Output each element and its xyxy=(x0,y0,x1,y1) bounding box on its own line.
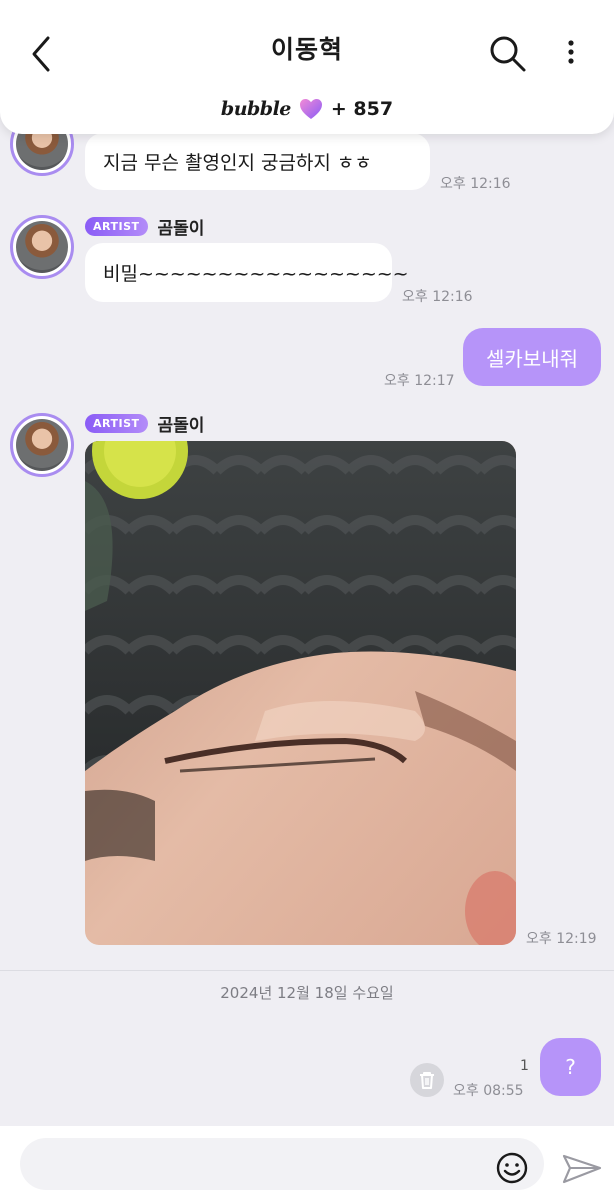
date-divider: 2024년 12월 18일 수요일 xyxy=(220,984,394,1002)
artist-badge: ARTIST xyxy=(85,414,148,433)
message-input-bar xyxy=(0,1126,614,1200)
message-input[interactable] xyxy=(20,1138,544,1190)
search-icon xyxy=(490,36,526,72)
search-button[interactable] xyxy=(488,34,528,74)
message-time: 오후 12:16 xyxy=(440,176,511,192)
send-button[interactable] xyxy=(560,1150,604,1186)
unread-count: 1 xyxy=(520,1058,529,1074)
chat-screen: 지금 무슨 촬영인지 궁금하지 ㅎㅎ 오후 12:16 ARTIST 곰돌이 비… xyxy=(0,0,614,1200)
photo-message[interactable] xyxy=(85,441,516,945)
artist-avatar-image xyxy=(16,221,68,273)
artist-badge: ARTIST xyxy=(85,217,148,236)
my-message-bubble[interactable]: ? xyxy=(540,1038,601,1096)
smiley-icon xyxy=(496,1152,528,1184)
sender-row: ARTIST 곰돌이 xyxy=(85,411,204,436)
artist-name: 곰돌이 xyxy=(157,219,205,239)
bubble-subheader[interactable]: bubble + 857 xyxy=(0,94,614,124)
selfie-photo xyxy=(85,441,516,945)
artist-name: 곰돌이 xyxy=(157,416,205,436)
delete-message-button[interactable] xyxy=(410,1063,444,1097)
bubble-count: + 857 xyxy=(330,98,394,120)
artist-avatar[interactable] xyxy=(10,413,74,477)
trash-icon xyxy=(420,1072,434,1089)
more-vertical-icon xyxy=(568,40,574,64)
paper-plane-icon xyxy=(562,1154,602,1184)
message-time: 오후 12:19 xyxy=(526,931,597,947)
purple-heart-icon xyxy=(299,99,322,119)
artist-avatar-image xyxy=(16,419,68,471)
more-options-button[interactable] xyxy=(556,32,586,76)
bubble-logo: bubble xyxy=(220,98,291,120)
message-time: 오후 08:55 xyxy=(453,1083,524,1099)
emoji-button[interactable] xyxy=(494,1150,530,1186)
sender-row: ARTIST 곰돌이 xyxy=(85,214,204,239)
date-divider-line xyxy=(0,970,614,971)
message-bubble[interactable]: 비밀~~~~~~~~~~~~~~~~~ xyxy=(85,243,409,302)
my-message-bubble[interactable]: 셀카보내줘 xyxy=(463,328,601,386)
message-bubble[interactable]: 지금 무슨 촬영인지 궁금하지 ㅎㅎ xyxy=(85,133,430,190)
chat-header: 이동혁 bubble + 857 xyxy=(0,0,614,134)
message-time: 오후 12:16 xyxy=(402,289,473,305)
message-time: 오후 12:17 xyxy=(384,373,455,389)
artist-avatar[interactable] xyxy=(10,215,74,279)
